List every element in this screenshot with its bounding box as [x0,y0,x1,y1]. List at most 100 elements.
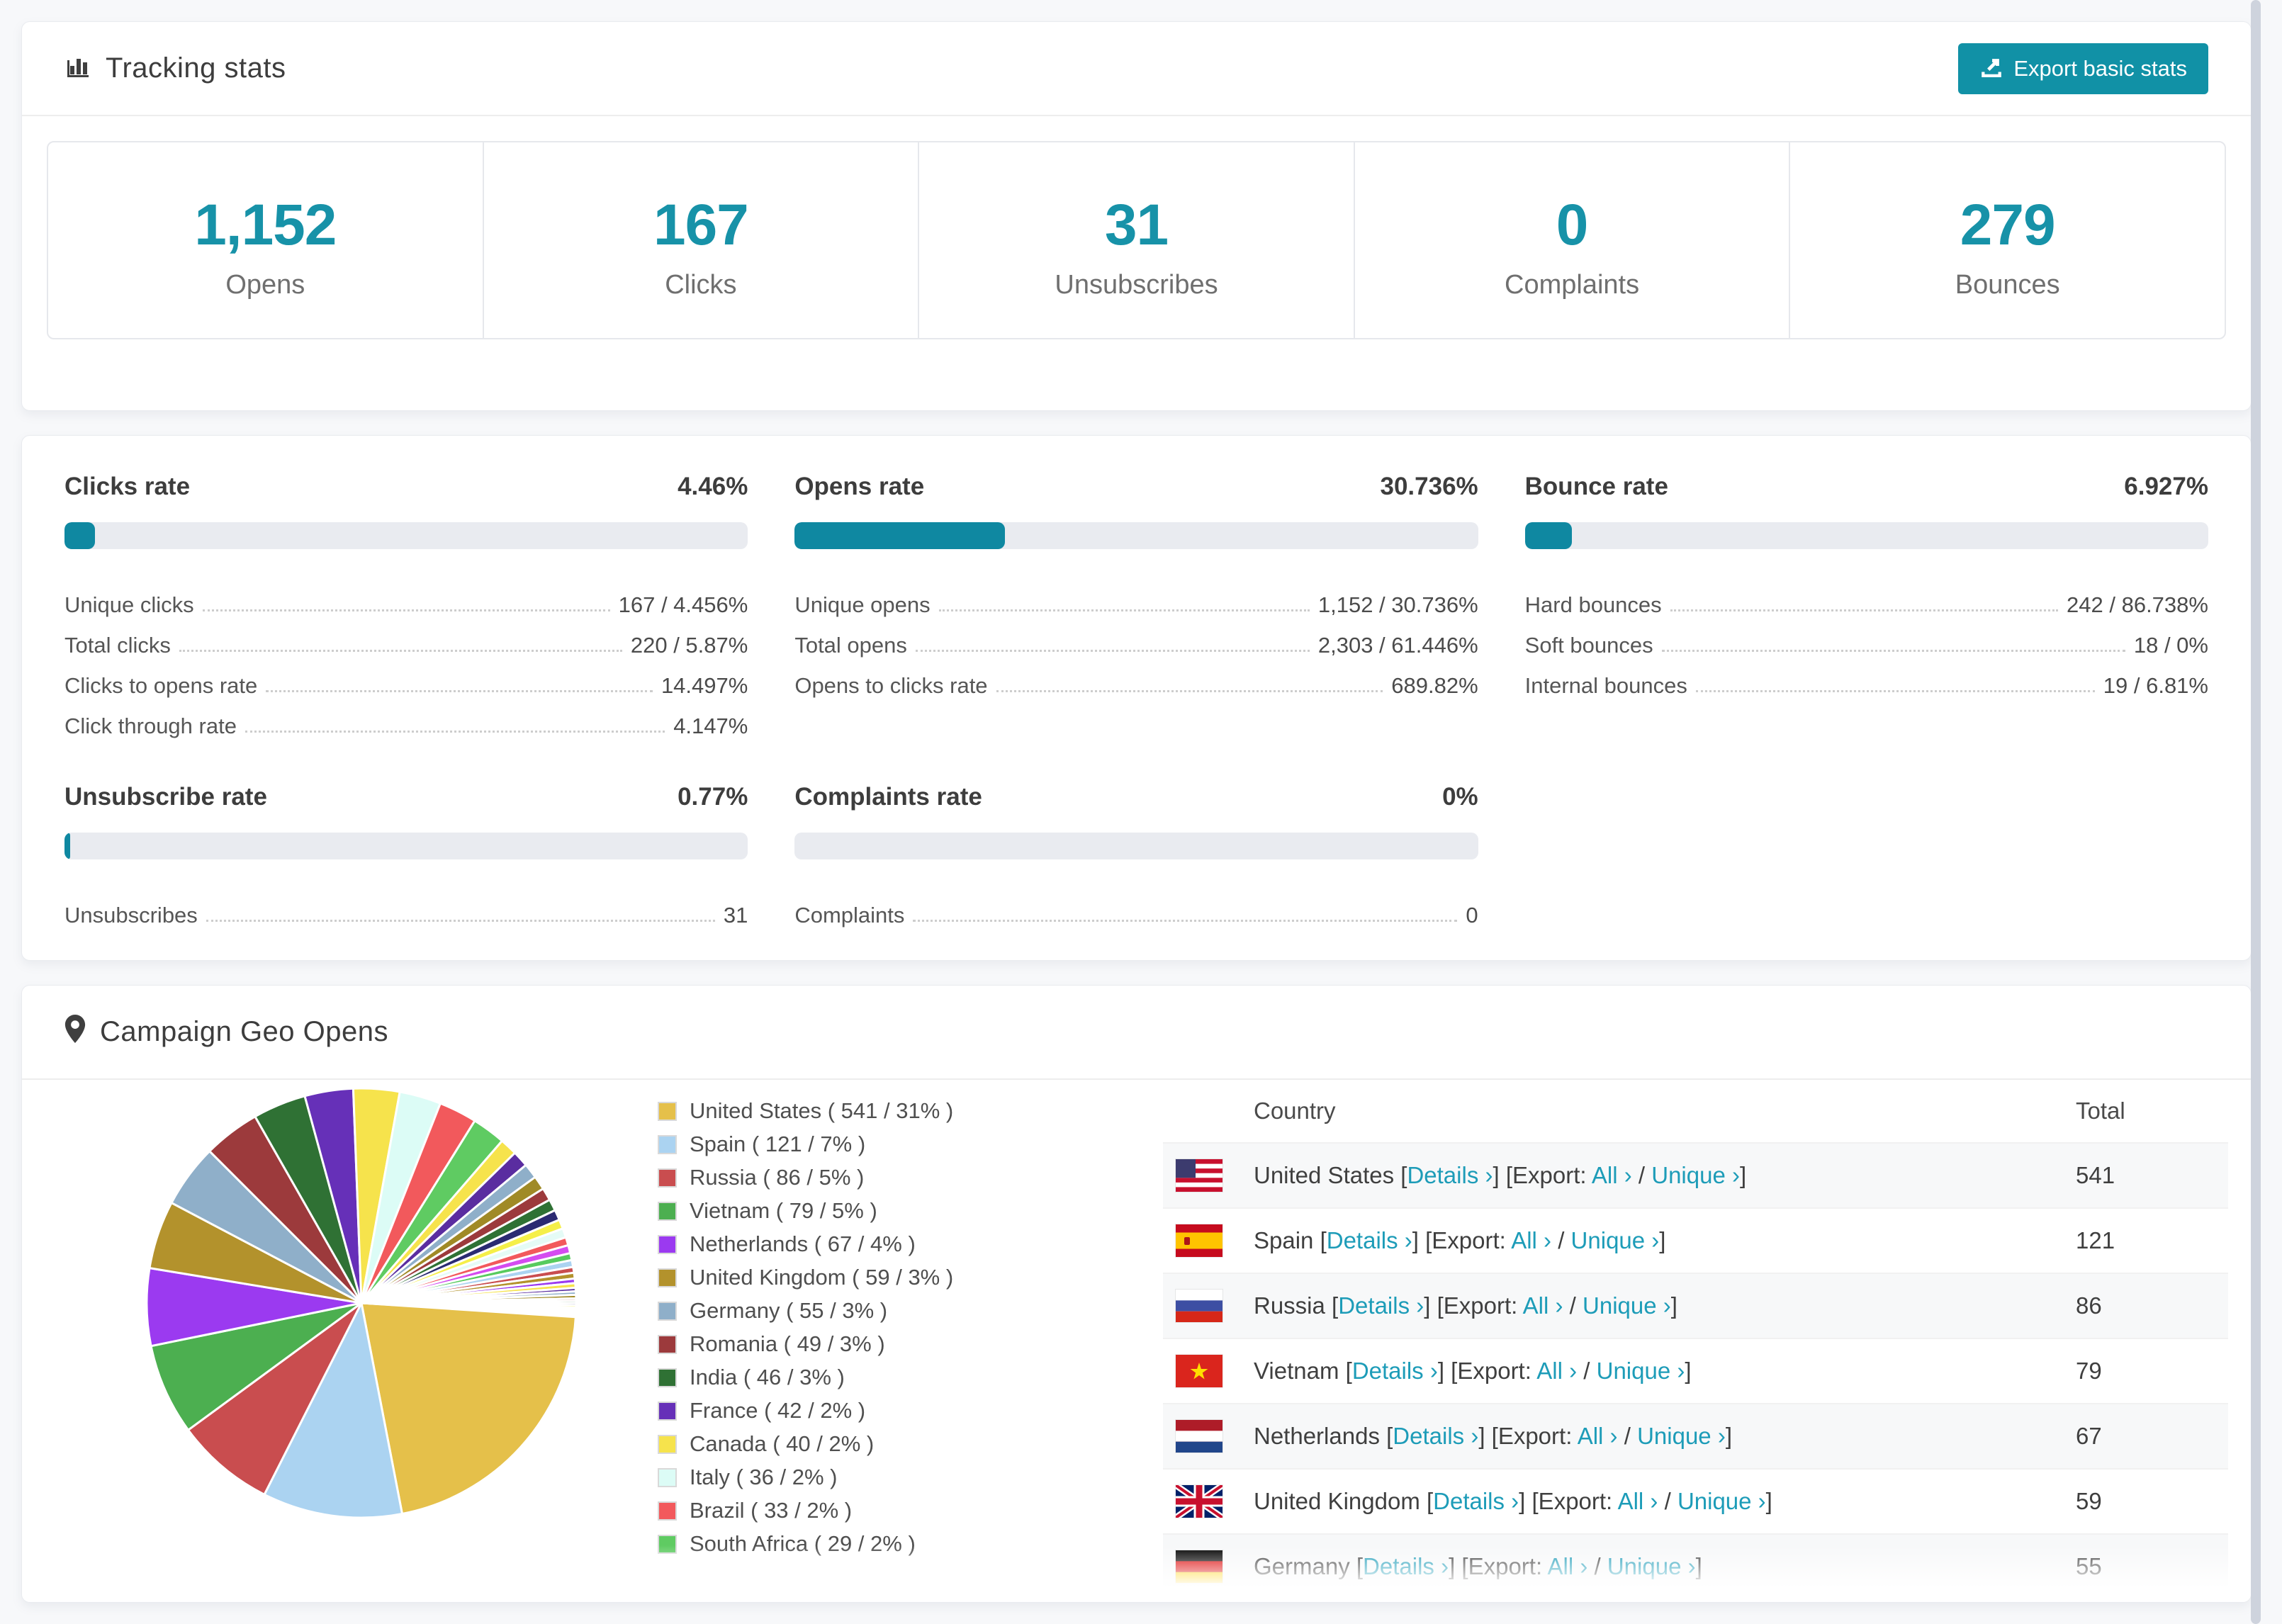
dotted-leader [1661,650,2125,652]
rate-detail-label: Total opens [794,633,907,658]
stat-value: 0 [1556,193,1589,257]
export-unique-link-us[interactable]: Unique › [1651,1162,1740,1188]
legend-item: Netherlands ( 67 / 4% ) [658,1231,953,1257]
bar-chart-icon [64,52,91,86]
dotted-leader [996,690,1383,692]
legend-item: United Kingdom ( 59 / 3% ) [658,1265,953,1290]
geo-opens-header: Campaign Geo Opens [22,986,2251,1080]
export-unique-link-ru[interactable]: Unique › [1583,1292,1671,1319]
legend-item: Romania ( 49 / 3% ) [658,1331,953,1357]
rate-title: Complaints rate [794,783,982,811]
details-link-us[interactable]: Details › [1407,1162,1493,1188]
total-cell: 541 [2076,1162,2115,1188]
rate-detail-value: 4.147% [673,714,748,738]
es-flag-icon [1175,1224,1223,1258]
rate-title: Unsubscribe rate [64,783,267,811]
export-unique-link-es[interactable]: Unique › [1571,1227,1660,1253]
rate-detail-label: Opens to clicks rate [794,673,988,698]
export-unique-link-de[interactable]: Unique › [1607,1553,1696,1579]
rate-detail-row: Hard bounces 242 / 86.738% [1525,577,2208,618]
export-unique-link-gb[interactable]: Unique › [1677,1488,1766,1514]
rate-panel: Clicks rate 4.46% Unique clicks 167 / 4.4… [64,473,748,739]
export-unique-link-nl[interactable]: Unique › [1637,1423,1726,1449]
rate-panel: Opens rate 30.736% Unique opens 1,152 / 3… [794,473,1478,739]
rate-detail-label: Click through rate [64,714,237,738]
total-cell: 67 [2076,1423,2102,1449]
stat-label: Opens [225,270,305,300]
export-all-link-vn[interactable]: All › [1536,1358,1577,1384]
legend-swatch [658,1234,677,1254]
details-link-nl[interactable]: Details › [1393,1423,1478,1449]
details-link-gb[interactable]: Details › [1433,1488,1519,1514]
country-cell: United States [Details ›] [Export: All ›… [1254,1162,1747,1188]
rate-detail-row: Unique clicks 167 / 4.456% [64,577,748,618]
details-link-de[interactable]: Details › [1363,1553,1449,1579]
total-cell: 59 [2076,1488,2102,1514]
export-all-link-es[interactable]: All › [1511,1227,1551,1253]
dotted-leader [913,920,1458,922]
pie-legend: United States ( 541 / 31% ) Spain ( 121 … [658,1098,953,1564]
legend-label: Canada ( 40 / 2% ) [690,1431,875,1456]
legend-item: Germany ( 55 / 3% ) [658,1298,953,1324]
export-all-link-de[interactable]: All › [1547,1553,1587,1579]
rate-panel: Complaints rate 0% Complaints 0 [794,783,1478,928]
rate-detail-label: Complaints [794,903,905,927]
stat-label: Clicks [665,270,737,300]
page-scrollbar[interactable] [2251,0,2261,1624]
rate-detail-row: Opens to clicks rate 689.82% [794,658,1478,699]
rate-value: 0% [1442,783,1478,811]
geo-country-table: Country Total United States [Details ›] … [1163,1080,2228,1598]
export-all-link-nl[interactable]: All › [1578,1423,1618,1449]
rates-card: Clicks rate 4.46% Unique clicks 167 / 4.4… [21,435,2252,961]
geo-opens-title-row: Campaign Geo Opens [64,1014,388,1050]
legend-item: Russia ( 86 / 5% ) [658,1165,953,1190]
page-title: Tracking stats [106,52,286,84]
legend-item: Canada ( 40 / 2% ) [658,1431,953,1457]
rate-panel: Unsubscribe rate 0.77% Unsubscribes 31 [64,783,748,928]
rate-detail-label: Soft bounces [1524,633,1653,658]
rate-progress-fill [64,833,70,859]
geo-opens-body: United States ( 541 / 31% ) Spain ( 121 … [22,1080,2251,1602]
rate-detail-label: Unsubscribes [64,903,198,927]
details-link-ru[interactable]: Details › [1338,1292,1424,1319]
export-all-link-us[interactable]: All › [1592,1162,1632,1188]
rate-progress-fill [64,522,95,549]
legend-item: United States ( 541 / 31% ) [658,1098,953,1124]
rates-grid: Clicks rate 4.46% Unique clicks 167 / 4.4… [22,436,2251,965]
rate-detail-value: 2,303 / 61.446% [1317,633,1478,658]
legend-label: Romania ( 49 / 3% ) [690,1331,885,1356]
export-all-link-gb[interactable]: All › [1618,1488,1658,1514]
export-unique-link-vn[interactable]: Unique › [1597,1358,1685,1384]
rate-detail-value: 220 / 5.87% [630,633,748,658]
rate-detail-label: Clicks to opens rate [64,673,258,698]
tracking-stats-header: Tracking stats Export basic stats [22,22,2251,116]
dotted-leader [1695,690,2095,692]
details-link-es[interactable]: Details › [1327,1227,1412,1253]
legend-swatch [658,1534,677,1554]
export-all-link-ru[interactable]: All › [1523,1292,1563,1319]
legend-item: Italy ( 36 / 2% ) [658,1465,953,1490]
legend-item: Brazil ( 33 / 2% ) [658,1498,953,1523]
dotted-leader [915,650,1310,652]
geo-table-rows: United States [Details ›] [Export: All ›… [1163,1142,2228,1598]
rate-title: Opens rate [794,473,925,500]
export-basic-stats-button[interactable]: Export basic stats [1958,43,2208,94]
rate-detail-value: 31 [723,903,748,927]
column-header-total: Total [2076,1098,2125,1124]
country-row-ru: Russia [Details ›] [Export: All › / Uniq… [1163,1273,2228,1338]
details-link-vn[interactable]: Details › [1352,1358,1438,1384]
legend-swatch [658,1301,677,1321]
legend-swatch [658,1434,677,1454]
column-header-country: Country [1254,1098,1336,1124]
rate-detail-row: Click through rate 4.147% [64,699,748,739]
de-flag-icon [1175,1550,1223,1584]
legend-swatch [658,1467,677,1487]
legend-swatch [658,1501,677,1521]
legend-swatch [658,1101,677,1121]
legend-item: India ( 46 / 3% ) [658,1365,953,1390]
stat-value: 1,152 [194,193,337,257]
stat-value: 279 [1960,193,2056,257]
rate-detail-value: 18 / 0% [2133,633,2208,658]
country-cell: Germany [Details ›] [Export: All › / Uni… [1254,1553,1702,1579]
summary-stat-box: 31 Unsubscribes [919,142,1355,338]
